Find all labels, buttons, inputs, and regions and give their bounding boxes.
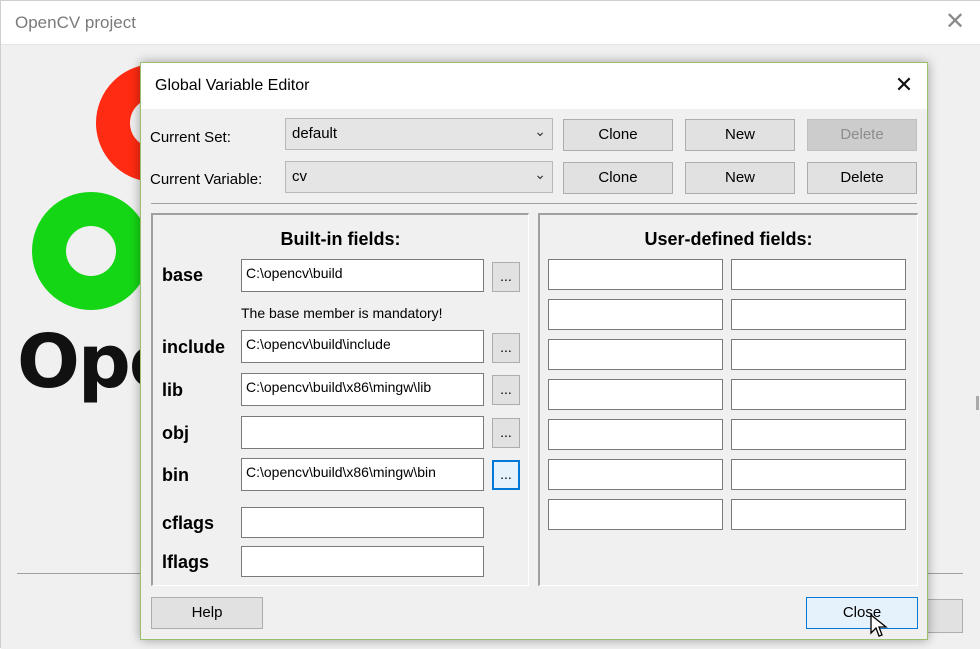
help-button[interactable]: Help [151,597,263,629]
current-variable-combo[interactable]: cv ⌄ [285,161,553,193]
variable-clone-button[interactable]: Clone [563,162,673,194]
lflags-label: lflags [162,552,210,572]
obj-label: obj [162,423,189,443]
user-defined-fields-title: User-defined fields: [644,229,813,249]
user-field-value[interactable] [731,259,906,290]
current-variable-label: Current Variable: [150,171,263,188]
chevron-down-icon: ⌄ [534,166,546,182]
user-field-value[interactable] [731,379,906,410]
current-set-combo[interactable]: default ⌄ [285,118,553,150]
base-mandatory-note: The base member is mandatory! [241,305,443,321]
builtin-fields-title: Built-in fields: [280,229,401,249]
lib-browse-button[interactable]: ... [492,375,520,405]
set-delete-button[interactable]: Delete [807,119,917,151]
user-field-value[interactable] [731,499,906,530]
close-icon[interactable]: ✕ [889,71,919,101]
user-field-value[interactable] [731,299,906,330]
user-field-name[interactable] [548,419,723,450]
user-field-name[interactable] [548,339,723,370]
include-label: include [162,337,226,357]
user-field-name[interactable] [548,459,723,490]
user-field-name[interactable] [548,299,723,330]
cflags-field[interactable] [241,507,484,538]
current-set-label: Current Set: [150,129,231,146]
set-new-button[interactable]: New [685,119,795,151]
obj-browse-button[interactable]: ... [492,418,520,448]
mouse-pointer-icon [870,613,888,637]
current-set-value: default [292,125,338,142]
global-variable-editor-dialog: Global Variable Editor ✕ Current Set: de… [140,62,928,640]
lib-field[interactable]: C:\opencv\build\x86\mingw\lib [241,373,484,406]
builtin-fields-panel: Built-in fields: base C:\opencv\build ..… [151,213,529,586]
bg-window-title: OpenCV project [15,13,136,32]
user-field-name[interactable] [548,499,723,530]
dialog-separator [151,203,917,204]
user-defined-fields-panel: User-defined fields: [538,213,918,586]
lflags-field[interactable] [241,546,484,577]
variable-new-button[interactable]: New [685,162,795,194]
bin-field[interactable]: C:\opencv\build\x86\mingw\bin [241,458,484,491]
base-field[interactable]: C:\opencv\build [241,259,484,292]
user-field-name[interactable] [548,379,723,410]
current-variable-value: cv [292,168,307,185]
bg-titlebar: OpenCV project ✕ [1,1,980,45]
close-button[interactable]: Close [806,597,918,629]
base-browse-button[interactable]: ... [492,262,520,292]
dialog-title: Global Variable Editor [155,77,310,94]
base-label: base [162,265,204,285]
user-field-value[interactable] [731,339,906,370]
dialog-titlebar: Global Variable Editor ✕ [141,63,927,109]
opencv-logo-icon [32,64,155,310]
bg-close-icon[interactable]: ✕ [941,7,969,36]
set-clone-button[interactable]: Clone [563,119,673,151]
cflags-label: cflags [162,513,215,533]
include-browse-button[interactable]: ... [492,333,520,363]
obj-field[interactable] [241,416,484,449]
user-field-name[interactable] [548,259,723,290]
bin-browse-button[interactable]: ... [492,460,520,490]
variable-delete-button[interactable]: Delete [807,162,917,194]
bin-label: bin [162,465,189,485]
chevron-down-icon: ⌄ [534,123,546,139]
user-field-value[interactable] [731,419,906,450]
bg-scroll-mark [976,396,979,410]
user-field-value[interactable] [731,459,906,490]
lib-label: lib [162,380,183,400]
include-field[interactable]: C:\opencv\build\include [241,330,484,363]
